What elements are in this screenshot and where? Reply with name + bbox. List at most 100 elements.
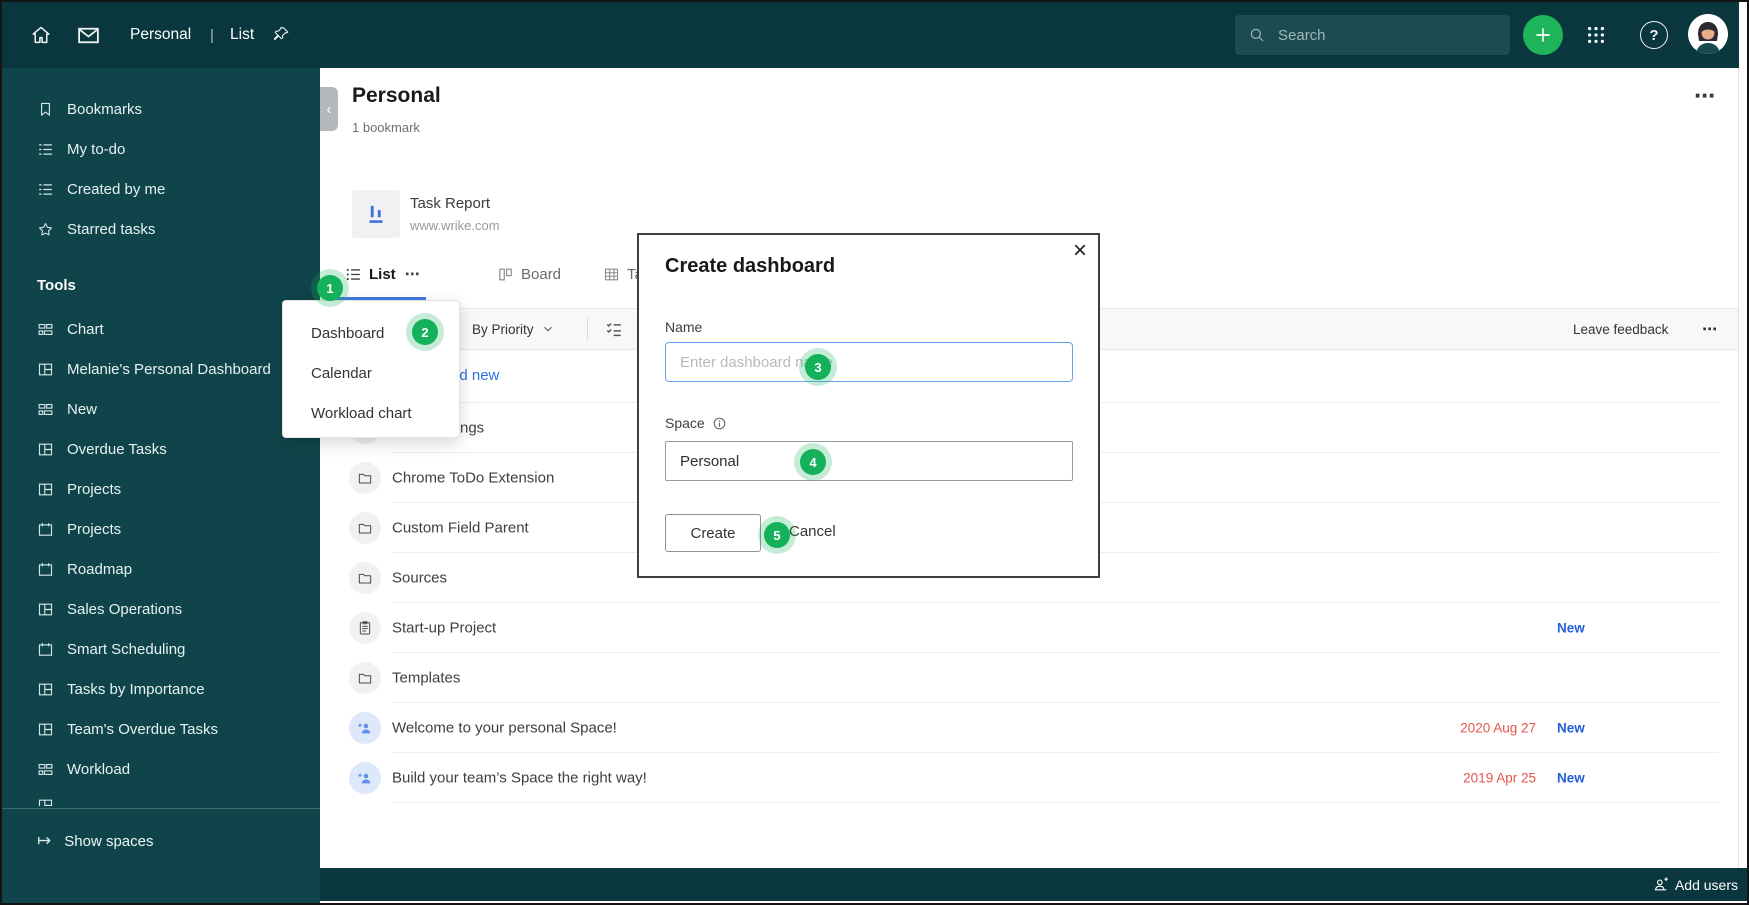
row-title[interactable]: Templates [392, 670, 460, 687]
step-badge-3: 3 [799, 348, 837, 386]
sidebar-tool-label: Team's Overdue Tasks [67, 720, 218, 738]
wrike-app-window: Personal | List ? [0, 0, 1749, 905]
sidebar-item[interactable]: Starred tasks [2, 209, 320, 249]
sidebar-tool-item[interactable]: Team's Overdue Tasks [2, 709, 320, 749]
sidebar-tool-item[interactable]: Workload [2, 749, 320, 789]
row-type-icon [349, 612, 381, 644]
row-title[interactable]: ngs [460, 420, 484, 437]
create-button[interactable]: Create [665, 514, 761, 552]
pin-icon[interactable] [272, 25, 291, 44]
sidebar-item[interactable]: My to-do [2, 129, 320, 169]
menu-item[interactable]: Workload chart [283, 393, 459, 433]
row-title[interactable]: Custom Field Parent [392, 520, 529, 537]
sort-dropdown-label: By Priority [472, 321, 534, 337]
sidebar-tool-icon [37, 561, 54, 578]
plus-icon [1533, 25, 1553, 45]
toolbar-ellipsis[interactable]: ⋯ [1702, 309, 1718, 349]
sidebar-tool-item[interactable]: New [2, 389, 320, 429]
page-title: Personal [352, 84, 441, 107]
sidebar-tool-item[interactable]: Sales Operations [2, 589, 320, 629]
sidebar-tool-item[interactable]: Melanie's Personal Dashboard [2, 349, 320, 389]
sidebar-tool-icon [37, 681, 54, 698]
inbox-mail-icon[interactable] [76, 23, 101, 48]
sidebar-item-icon [37, 141, 54, 158]
sidebar-tool-label: Chart [67, 320, 104, 338]
close-icon[interactable]: × [1073, 239, 1087, 263]
add-users-button[interactable]: Add users [1652, 868, 1738, 901]
sidebar-tool-item[interactable]: Projects [2, 469, 320, 509]
menu-item-label: Dashboard [311, 324, 385, 342]
sidebar-tool-item[interactable]: Roadmap [2, 549, 320, 589]
sidebar-item-icon [37, 101, 54, 118]
step-badge-2: 2 [406, 313, 444, 351]
menu-item-label: Calendar [311, 364, 372, 382]
list-row[interactable]: Build your team’s Space the right way! 2… [320, 753, 1738, 803]
leave-feedback-link[interactable]: Leave feedback [1573, 309, 1668, 349]
row-title[interactable]: Chrome ToDo Extension [392, 470, 554, 487]
step-badge-4: 4 [794, 443, 832, 481]
sidebar-tool-icon [37, 721, 54, 738]
list-row[interactable]: Start-up Project New [320, 603, 1738, 653]
sidebar-tool-icon [37, 401, 54, 418]
row-status-badge: New [1557, 720, 1585, 736]
sidebar-tool-icon [37, 641, 54, 658]
view-tab[interactable]: Board [497, 250, 561, 298]
sidebar-tool-item[interactable]: Projects [2, 509, 320, 549]
bookmark-card-title[interactable]: Task Report [410, 195, 490, 212]
show-spaces-icon: ↦ [37, 831, 52, 850]
dashboard-name-input[interactable] [665, 342, 1073, 382]
view-tab[interactable]: List ⋯ [333, 250, 426, 300]
help-button[interactable]: ? [1640, 21, 1668, 49]
sort-dropdown[interactable]: By Priority [472, 309, 554, 349]
sidebar-tool-item[interactable]: Smart Scheduling [2, 629, 320, 669]
space-input[interactable] [665, 441, 1073, 481]
row-type-icon [349, 762, 381, 794]
collapse-sidebar-handle[interactable]: ‹ [320, 87, 338, 131]
row-title[interactable]: Start-up Project [392, 620, 496, 637]
step-badge-1: 1 [311, 269, 349, 307]
bookmark-card-url: www.wrike.com [410, 218, 500, 233]
row-type-icon [349, 712, 381, 744]
user-avatar[interactable] [1688, 14, 1728, 54]
sidebar-item[interactable]: Bookmarks [2, 89, 320, 129]
sidebar-item-icon [37, 181, 54, 198]
page-options-ellipsis[interactable]: ⋯ [1694, 84, 1716, 109]
sidebar-tool-label: New [67, 400, 98, 418]
sidebar-tool-item[interactable]: Chart [2, 309, 320, 349]
sidebar-tool-label: Projects [67, 480, 122, 498]
sidebar-item-label: Starred tasks [67, 220, 156, 238]
info-icon[interactable] [712, 416, 727, 431]
sidebar-item[interactable]: Created by me [2, 169, 320, 209]
cancel-button[interactable]: Cancel [789, 523, 836, 540]
search-input[interactable] [1276, 25, 1490, 45]
bookmark-card-icon[interactable] [352, 190, 400, 238]
row-type-icon [349, 512, 381, 544]
sidebar-tool-label: Overdue Tasks [67, 440, 167, 458]
sidebar-tool-icon [37, 361, 54, 378]
menu-item[interactable]: Calendar [283, 353, 459, 393]
list-row[interactable]: Welcome to your personal Space! 2020 Aug… [320, 703, 1738, 753]
show-spaces-button[interactable]: ↦ Show spaces [37, 826, 153, 856]
row-title[interactable]: Welcome to your personal Space! [392, 720, 617, 737]
sidebar-tool-icon [37, 481, 54, 498]
home-icon[interactable] [30, 24, 52, 46]
breadcrumb-view[interactable]: List [230, 2, 254, 68]
view-tab-icon [603, 266, 620, 283]
sidebar-item-clipped [37, 797, 54, 806]
sidebar-item-label: My to-do [67, 140, 126, 158]
search-box[interactable] [1235, 15, 1510, 55]
row-due-date: 2019 Apr 25 [1463, 770, 1536, 786]
breadcrumb-space[interactable]: Personal [130, 2, 191, 68]
step-badge-5: 5 [758, 516, 796, 554]
global-create-button[interactable] [1523, 15, 1563, 55]
list-row[interactable]: Templates [320, 653, 1738, 703]
row-type-icon [349, 562, 381, 594]
sidebar-tool-icon [37, 521, 54, 538]
sidebar-tool-item[interactable]: Tasks by Importance [2, 669, 320, 709]
apps-grid-icon[interactable] [1585, 24, 1607, 46]
sidebar-tool-item[interactable]: Overdue Tasks [2, 429, 320, 469]
view-tab-more-ellipsis[interactable]: ⋯ [405, 265, 420, 283]
row-title[interactable]: Sources [392, 570, 447, 587]
row-title[interactable]: Build your team’s Space the right way! [392, 770, 647, 787]
fields-settings-icon[interactable] [605, 320, 623, 338]
